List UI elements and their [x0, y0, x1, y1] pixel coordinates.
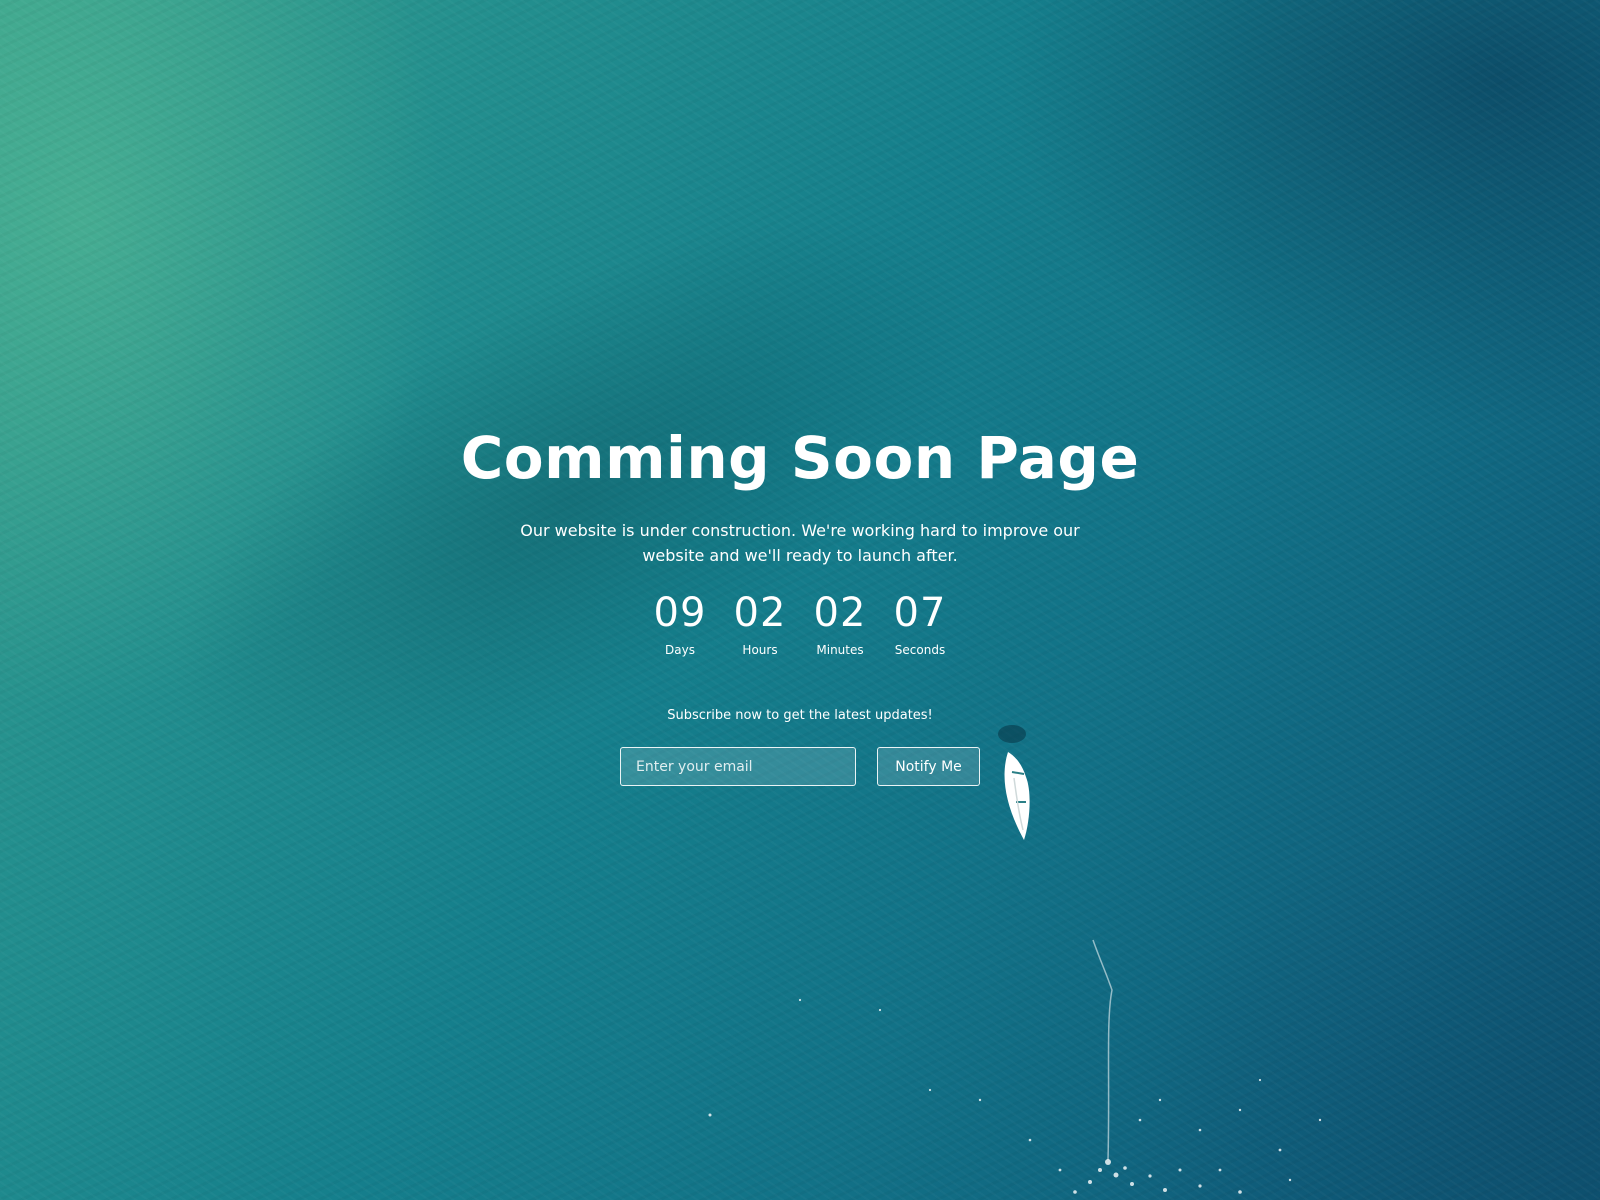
countdown-minutes: 02 Minutes: [800, 588, 880, 660]
countdown-days-label: Days: [665, 643, 695, 657]
countdown-days: 09 Days: [640, 588, 720, 660]
page-subtitle: Our website is under construction. We're…: [520, 521, 1080, 565]
countdown-seconds-value: 07: [893, 590, 947, 636]
countdown-minutes-label: Minutes: [816, 643, 864, 657]
countdown-hours-value: 02: [733, 590, 787, 636]
email-field[interactable]: [620, 747, 856, 786]
countdown-hours: 02 Hours: [720, 588, 800, 660]
countdown-hours-label: Hours: [742, 643, 778, 657]
main-content: Comming Soon Page Our website is under c…: [0, 0, 1600, 1200]
coming-soon-page: Comming Soon Page Our website is under c…: [0, 0, 1600, 1200]
countdown-minutes-value: 02: [813, 590, 867, 636]
page-title: Comming Soon Page: [460, 424, 1140, 492]
notify-me-button[interactable]: Notify Me: [877, 747, 980, 786]
countdown-seconds-label: Seconds: [894, 643, 946, 657]
countdown-seconds: 07 Seconds: [880, 588, 960, 660]
countdown-timer: 09 Days 02 Hours 02 Minutes 07 Seconds: [0, 588, 1600, 660]
subscribe-prompt: Subscribe now to get the latest updates!: [667, 708, 933, 723]
countdown-days-value: 09: [653, 590, 707, 636]
